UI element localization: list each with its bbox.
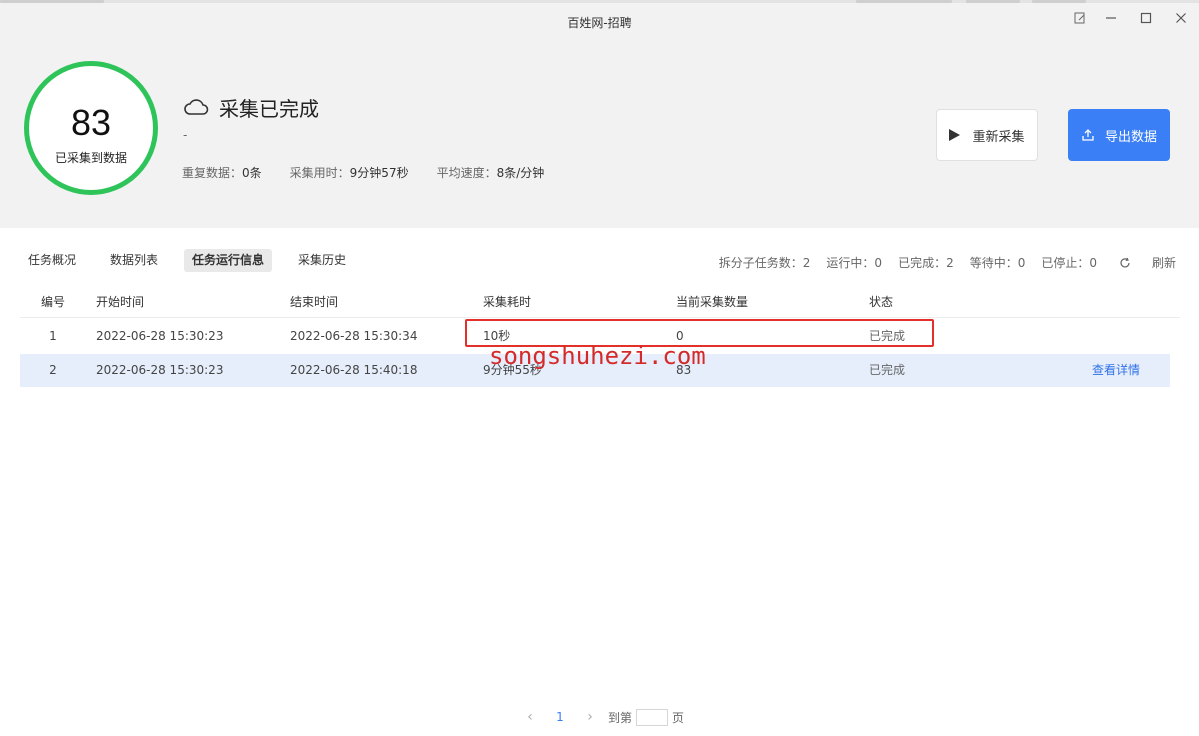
prev-page-icon[interactable]: ‹ — [520, 709, 540, 725]
maximize-icon[interactable] — [1137, 12, 1155, 30]
header-status: 状态 — [869, 295, 894, 309]
pagination: ‹ 1 › 到第 页 — [520, 707, 684, 727]
refresh-icon — [1120, 257, 1130, 267]
view-details-link[interactable]: 查看详情 — [1092, 354, 1140, 386]
table-header: 编号 开始时间 结束时间 采集耗时 当前采集数量 状态 — [20, 286, 1180, 318]
window-title: 百姓网-招聘 — [567, 16, 632, 30]
waiting-count: 等待中：0 — [969, 256, 1026, 270]
status-text: 采集已完成 — [219, 96, 319, 121]
completed-count: 已完成：2 — [898, 256, 954, 270]
running-count: 运行中：0 — [826, 256, 883, 270]
goto-suffix: 页 — [672, 710, 685, 725]
recollect-button[interactable]: 重新采集 — [936, 109, 1038, 161]
collected-count-label: 已采集到数据 — [54, 151, 127, 165]
refresh-button[interactable]: 刷新 — [1119, 254, 1176, 271]
cell-id: 1 — [49, 329, 57, 343]
duplicate-stat: 重复数据：0条 — [182, 166, 262, 180]
cell-status: 已完成 — [869, 363, 906, 377]
cell-start: 2022-06-28 15:30:23 — [96, 329, 224, 343]
tab-history[interactable]: 采集历史 — [290, 249, 354, 272]
collected-count: 83 — [70, 102, 112, 143]
watermark: songshuhezi.com — [489, 342, 706, 370]
split-count: 拆分子任务数：2 — [718, 256, 811, 270]
cell-end: 2022-06-28 15:30:34 — [290, 329, 418, 343]
export-button[interactable]: 导出数据 — [1068, 109, 1170, 161]
header-start: 开始时间 — [96, 295, 145, 309]
tab-run-info[interactable]: 任务运行信息 — [184, 249, 273, 272]
header-count: 当前采集数量 — [676, 295, 749, 309]
tab-overview[interactable]: 任务概况 — [20, 249, 84, 272]
cell-end: 2022-06-28 15:40:18 — [290, 363, 418, 377]
header-panel: 百姓网-招聘 83 已采集到数据 采集已完成 - 重复数据：0条 采集用时：9分… — [0, 0, 1199, 228]
cloud-icon — [184, 99, 209, 115]
edit-icon[interactable] — [1071, 12, 1089, 30]
play-icon — [949, 129, 961, 141]
tab-bar: 任务概况 数据列表 任务运行信息 采集历史 — [20, 249, 372, 272]
collected-count-ring: 83 已采集到数据 — [24, 61, 158, 195]
close-icon[interactable] — [1172, 12, 1190, 30]
cell-start: 2022-06-28 15:30:23 — [96, 363, 224, 377]
page-number[interactable]: 1 — [550, 710, 570, 724]
next-page-icon[interactable]: › — [580, 709, 600, 725]
time-stat: 采集用时：9分钟57秒 — [289, 166, 409, 180]
tab-data-list[interactable]: 数据列表 — [102, 249, 166, 272]
minimize-icon[interactable] — [1102, 12, 1120, 30]
speed-stat: 平均速度：8条/分钟 — [436, 166, 545, 180]
header-duration: 采集耗时 — [483, 295, 532, 309]
top-strip — [0, 0, 1199, 3]
goto-prefix: 到第 — [608, 710, 633, 725]
cell-id: 2 — [49, 363, 57, 377]
header-id: 编号 — [40, 295, 65, 309]
status-title: 采集已完成 — [183, 94, 319, 121]
task-summary: 拆分子任务数：2 运行中：0 已完成：2 等待中：0 已停止：0 刷新 — [703, 254, 1176, 271]
status-subtitle: - — [183, 128, 188, 142]
header-end: 结束时间 — [290, 295, 339, 309]
goto-page-input[interactable] — [636, 708, 669, 726]
stopped-count: 已停止：0 — [1041, 256, 1097, 270]
upload-icon — [1082, 129, 1094, 141]
stats-row: 重复数据：0条 采集用时：9分钟57秒 平均速度：8条/分钟 — [182, 164, 572, 181]
